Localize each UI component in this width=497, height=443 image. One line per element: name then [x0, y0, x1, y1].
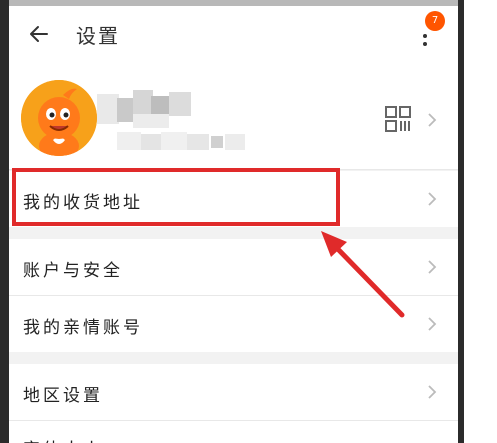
- highlight-box: [12, 168, 340, 226]
- menu-item-region[interactable]: 地区设置: [9, 364, 458, 420]
- menu-item-family-account[interactable]: 我的亲情账号: [9, 296, 458, 352]
- chevron-right-icon: [428, 317, 437, 331]
- menu-item-partial[interactable]: 字体大小: [9, 421, 458, 443]
- page-title: 设置: [76, 24, 120, 48]
- back-button[interactable]: [27, 22, 51, 46]
- menu-item-label: 我的亲情账号: [23, 318, 143, 338]
- left-frame: [0, 0, 9, 443]
- chevron-right-icon: [428, 192, 437, 206]
- menu-item-label: 字体大小: [23, 435, 103, 443]
- blurred-username: [97, 90, 191, 128]
- mascot-avatar-icon: [21, 80, 97, 156]
- avatar[interactable]: [21, 80, 97, 156]
- notification-badge[interactable]: 7: [425, 11, 445, 31]
- chevron-right-icon: [428, 385, 437, 399]
- menu-item-account-security[interactable]: 账户与安全: [9, 239, 458, 295]
- header-bar: 设置 7: [9, 6, 458, 64]
- menu-item-label: 账户与安全: [23, 261, 123, 281]
- blurred-account-id: [117, 132, 245, 150]
- chevron-right-icon: [428, 260, 437, 274]
- more-vertical-icon: [423, 34, 427, 38]
- right-margin: [464, 0, 497, 443]
- chevron-right-icon: [428, 113, 437, 127]
- menu-item-label: 地区设置: [23, 386, 103, 406]
- settings-screen: 设置 7 我的收货地址 账户与安全 我的亲情账号 地区设置: [9, 6, 458, 443]
- arrow-left-icon: [30, 26, 48, 42]
- qr-code-icon[interactable]: [385, 106, 411, 132]
- profile-row[interactable]: [9, 64, 458, 170]
